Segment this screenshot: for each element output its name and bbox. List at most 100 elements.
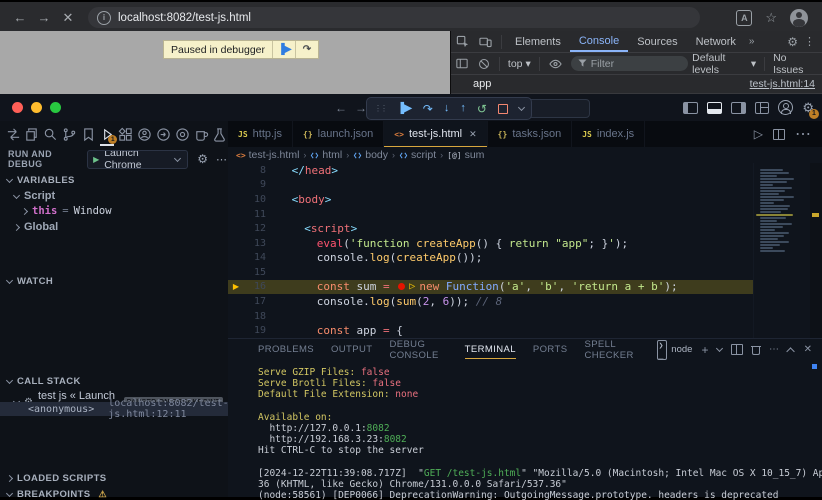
browser-forward-button[interactable]: →: [32, 10, 56, 25]
terminal-instance-chip[interactable]: ❯_ node: [657, 340, 693, 360]
console-filter-input[interactable]: Filter: [571, 56, 688, 71]
address-bar[interactable]: i localhost:8082/test-js.html: [88, 7, 700, 28]
panel-tab-output[interactable]: OUTPUT: [331, 339, 372, 360]
toggle-panel-icon[interactable]: [707, 102, 722, 114]
window-close-button[interactable]: [12, 102, 23, 113]
customize-layout-icon[interactable]: [755, 102, 769, 114]
bookmarks-icon[interactable]: [80, 123, 96, 145]
breadcrumb-item-html[interactable]: html: [310, 149, 342, 161]
devtools-tab-network[interactable]: Network: [687, 31, 745, 52]
breakpoints-section-header[interactable]: BREAKPOINTS ⚠: [0, 489, 107, 500]
kill-terminal-icon[interactable]: [752, 345, 760, 355]
variables-scope-script[interactable]: Script: [14, 190, 55, 202]
console-sidebar-icon[interactable]: [456, 58, 468, 69]
debug-config-gear-icon[interactable]: ⚙: [197, 152, 208, 166]
editor-more-icon[interactable]: ⋯: [795, 124, 812, 144]
code-editor[interactable]: 8</head>910<body>1112<script>13eval('fun…: [228, 163, 753, 338]
browser-back-button[interactable]: ←: [8, 10, 32, 25]
continue-button[interactable]: ▐▶: [397, 104, 412, 114]
split-terminal-icon[interactable]: [731, 344, 742, 355]
call-stack-frame-row[interactable]: <anonymous> localhost:8082/test-js.html:…: [0, 402, 228, 416]
panel-tab-spell-checker[interactable]: SPELL CHECKER: [584, 339, 639, 360]
panel-more-icon[interactable]: ⋯: [769, 344, 780, 355]
gitlens-icon[interactable]: [174, 123, 190, 145]
step-out-button[interactable]: ↑: [460, 103, 466, 114]
more-tabs-icon[interactable]: »: [745, 36, 759, 47]
translate-icon[interactable]: A: [736, 10, 752, 26]
resume-script-button[interactable]: ▐▶: [273, 44, 295, 55]
launch-config-dropdown[interactable]: ▶ Launch Chrome: [87, 150, 188, 169]
context-selector[interactable]: top ▾: [508, 58, 531, 70]
manage-settings-icon[interactable]: ⚙1: [802, 100, 814, 116]
page-info-icon[interactable]: i: [97, 11, 111, 25]
breadcrumb-item-body[interactable]: body: [353, 149, 388, 161]
devtools-tab-sources[interactable]: Sources: [628, 31, 686, 52]
editor-tab-launch.json[interactable]: {}launch.json: [293, 121, 384, 147]
terminal-dropdown-icon[interactable]: [716, 345, 723, 352]
editor-tab-tasks.json[interactable]: {}tasks.json: [488, 121, 573, 147]
device-toolbar-icon[interactable]: [479, 35, 492, 48]
restart-button[interactable]: ↺: [477, 103, 487, 115]
run-file-icon[interactable]: ▷: [754, 127, 763, 141]
breadcrumb-item-script[interactable]: script: [399, 149, 436, 161]
close-panel-icon[interactable]: ✕: [804, 344, 812, 355]
editor-tab-test-js.html[interactable]: <>test-js.html✕: [384, 121, 487, 147]
maximize-panel-icon[interactable]: [786, 347, 794, 355]
debug-views-more-icon[interactable]: ⋯: [216, 153, 228, 166]
java-icon[interactable]: [193, 123, 209, 145]
editor-back-icon[interactable]: ←: [331, 101, 351, 115]
circle-action-icon[interactable]: [155, 123, 171, 145]
panel-tab-terminal[interactable]: TERMINAL: [465, 339, 516, 360]
window-zoom-button[interactable]: [50, 102, 61, 113]
close-tab-icon[interactable]: ✕: [469, 129, 477, 140]
issues-counter[interactable]: No Issues: [773, 52, 815, 76]
testing-icon[interactable]: [212, 123, 228, 145]
inspect-element-icon[interactable]: [456, 35, 469, 48]
terminal-output[interactable]: Serve GZIP Files: falseServe Brotli File…: [228, 360, 822, 500]
panel-tab-problems[interactable]: PROBLEMS: [258, 339, 314, 360]
overview-ruler[interactable]: [810, 163, 822, 338]
variable-this[interactable]: this = Window: [22, 205, 112, 217]
editor-tab-index.js[interactable]: JSindex.js: [572, 121, 645, 147]
step-over-button[interactable]: ↷: [296, 44, 318, 55]
explorer-icon[interactable]: [24, 123, 40, 145]
console-source-link[interactable]: test-js.html:14: [750, 78, 815, 90]
start-debug-icon[interactable]: ▶: [93, 155, 99, 164]
inline-breakpoint-icon[interactable]: [398, 283, 405, 290]
loaded-scripts-section-header[interactable]: LOADED SCRIPTS: [0, 473, 107, 484]
toolbar-grip-handle[interactable]: ⋮⋮: [374, 104, 386, 113]
paused-pointer-gutter-icon[interactable]: ▶: [228, 282, 244, 291]
toolbar-chevron-icon[interactable]: [518, 104, 525, 111]
browser-profile-avatar[interactable]: [790, 9, 808, 27]
panel-tab-ports[interactable]: PORTS: [533, 339, 568, 360]
step-into-button[interactable]: ↓: [444, 103, 450, 114]
remote-icon[interactable]: [5, 123, 21, 145]
devtools-menu-icon[interactable]: ⋮: [802, 35, 822, 48]
call-stack-section-header[interactable]: CALL STACK: [0, 376, 81, 387]
bookmark-star-icon[interactable]: ☆: [765, 10, 777, 26]
devtools-tab-elements[interactable]: Elements: [506, 31, 570, 52]
search-icon[interactable]: [43, 123, 59, 145]
account-circle-icon[interactable]: [137, 123, 153, 145]
accounts-icon[interactable]: [778, 100, 793, 115]
toggle-sidebar-icon[interactable]: [683, 102, 698, 114]
new-terminal-icon[interactable]: +: [701, 343, 708, 357]
step-over-button-vscode[interactable]: ↷: [423, 103, 433, 115]
devtools-tab-console[interactable]: Console: [570, 31, 628, 52]
browser-close-button[interactable]: ✕: [56, 10, 80, 26]
split-editor-icon[interactable]: [773, 129, 785, 140]
watch-section-header[interactable]: WATCH: [0, 276, 53, 287]
breadcrumb-item-test-js.html[interactable]: <>test-js.html: [236, 149, 299, 161]
default-levels-dropdown[interactable]: Default levels ▾: [692, 52, 756, 76]
clear-console-icon[interactable]: [478, 58, 490, 70]
run-and-debug-icon[interactable]: 1: [99, 123, 115, 145]
window-minimize-button[interactable]: [31, 102, 42, 113]
variables-section-header[interactable]: VARIABLES: [0, 175, 75, 186]
extensions-icon[interactable]: [118, 123, 134, 145]
breadcrumb-item-sum[interactable]: [@]sum: [447, 149, 484, 161]
source-control-icon[interactable]: [61, 123, 77, 145]
toggle-secondary-sidebar-icon[interactable]: [731, 102, 746, 114]
variables-scope-global[interactable]: Global: [14, 221, 58, 233]
live-expression-eye-icon[interactable]: [549, 59, 562, 69]
panel-tab-debug-console[interactable]: DEBUG CONSOLE: [389, 339, 447, 360]
